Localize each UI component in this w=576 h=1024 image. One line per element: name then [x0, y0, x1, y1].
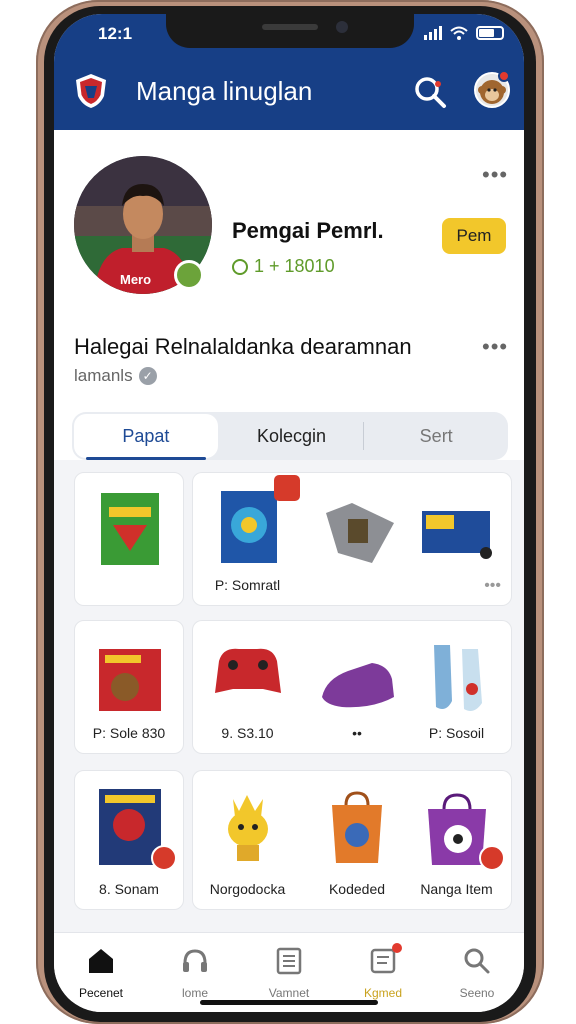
- grid-item[interactable]: Nanga Item: [402, 770, 512, 910]
- shield-crest-icon[interactable]: [74, 72, 108, 110]
- screen: 12:1 Manga linuglan ••• Mero Pemgai Pemr…: [54, 14, 524, 1012]
- player-stat: 1 + 18010: [232, 256, 335, 277]
- grid-item[interactable]: P: Sole 830: [74, 620, 184, 754]
- item-label: Nanga Item: [420, 881, 493, 897]
- grid-item[interactable]: •••: [402, 472, 512, 606]
- blue-socks-icon: [434, 645, 482, 711]
- grid-item[interactable]: [302, 472, 412, 606]
- tab-papat[interactable]: Papat: [74, 414, 218, 460]
- item-label: Norgodocka: [209, 881, 286, 897]
- nav-label: Kgmed: [363, 986, 403, 1000]
- grid-item[interactable]: P: Somratl: [192, 472, 302, 606]
- nav-label: Pecenet: [78, 986, 124, 1000]
- sale-tag-icon: [151, 845, 177, 871]
- battery-icon: [476, 26, 504, 40]
- green-box-icon: [101, 493, 159, 565]
- player-name: Pemgai Pemrl.: [232, 218, 384, 243]
- app-title: Manga linuglan: [136, 76, 313, 106]
- status-time: 12:1: [98, 24, 133, 43]
- tab-sert[interactable]: Sert: [364, 412, 508, 460]
- tab-kolecgin[interactable]: Kolecgin: [220, 412, 364, 460]
- grid-item[interactable]: [74, 472, 184, 606]
- grid-item[interactable]: P: Sosoil: [402, 620, 512, 754]
- points-icon: [232, 258, 248, 275]
- home-indicator[interactable]: [200, 1000, 378, 1005]
- nav-label: Seeno: [459, 986, 495, 1000]
- item-label: P: Somratl: [214, 577, 281, 593]
- grid-item[interactable]: Norgodocka: [192, 770, 302, 910]
- item-label: 9. S3.10: [221, 725, 274, 741]
- headset-icon: [183, 949, 207, 972]
- verified-badge-icon: [174, 260, 204, 290]
- notification-dot: [498, 70, 510, 82]
- check-icon: ✓: [138, 367, 157, 385]
- status-icons: [424, 26, 504, 40]
- nav-label: Vamnet: [268, 986, 310, 1000]
- item-label: 8. Sonam: [99, 881, 159, 897]
- notification-dot: [392, 943, 402, 953]
- item-label: P: Sole 830: [92, 725, 166, 741]
- nav-label: lome: [181, 986, 208, 1000]
- more-options-icon[interactable]: •••: [482, 164, 508, 186]
- item-label: Kodeded: [328, 881, 386, 897]
- profile-subheading-text: lamanls: [74, 366, 133, 385]
- grid-item[interactable]: Kodeded: [302, 770, 412, 910]
- home-icon: [89, 949, 113, 973]
- player-stat-value: 1 + 18010: [254, 256, 335, 276]
- svg-text:Mero: Mero: [120, 272, 151, 287]
- heading-more-icon[interactable]: •••: [482, 336, 508, 358]
- profile-tabs: Papat Kolecgin Sert: [72, 412, 508, 460]
- list-icon: [276, 947, 302, 975]
- orange-bag-icon: [332, 791, 382, 863]
- grid-item[interactable]: ••: [302, 620, 412, 754]
- grid-item[interactable]: 8. Sonam: [74, 770, 184, 910]
- blue-toy-box-icon: [422, 511, 492, 559]
- search-icon[interactable]: [412, 74, 448, 110]
- yellow-plush-icon: [228, 795, 268, 861]
- red-controller-icon: [215, 648, 281, 693]
- search-icon: [464, 948, 490, 974]
- grid-item[interactable]: 9. S3.10: [192, 620, 302, 754]
- wifi-icon: [450, 26, 468, 40]
- sale-tag-icon: [479, 845, 505, 871]
- follow-button[interactable]: Pem: [442, 218, 506, 254]
- purple-shoe-icon: [322, 663, 394, 708]
- profile-card: ••• Mero Pemgai Pemrl. 1 + 18010 Pem Hal…: [54, 130, 524, 460]
- item-label: P: Sosoil: [428, 725, 485, 741]
- nav-item-seeno[interactable]: Seeno: [430, 933, 524, 1012]
- notch: [166, 14, 414, 48]
- grey-backpack-icon: [326, 503, 394, 563]
- red-box-icon: [99, 649, 161, 711]
- item-label: ••: [352, 725, 362, 741]
- signal-icon: [424, 26, 442, 40]
- sale-tag-icon: [274, 475, 300, 501]
- nav-item-home[interactable]: Pecenet: [54, 933, 148, 1012]
- profile-subheading: lamanls ✓: [74, 366, 157, 386]
- item-more-icon[interactable]: •••: [484, 577, 501, 595]
- profile-heading: Halegai Relnalaldanka dearamnan: [74, 334, 412, 359]
